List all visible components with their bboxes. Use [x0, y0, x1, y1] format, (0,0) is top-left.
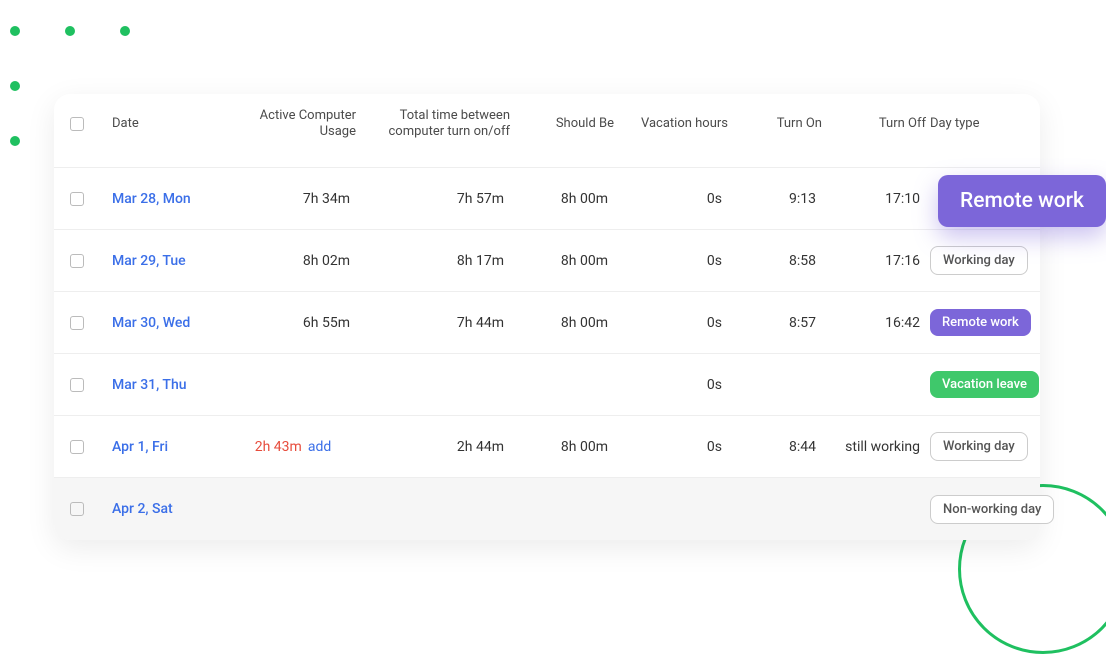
vacation-value: 0s: [618, 253, 728, 269]
table-row: Mar 30, Wed 6h 55m 7h 44m8h 00m0s8:5716:42…: [54, 292, 1040, 354]
date-link[interactable]: Mar 28, Mon: [112, 191, 191, 207]
date-link[interactable]: Apr 1, Fri: [112, 439, 168, 455]
total-time-value: 7h 57m: [360, 191, 510, 207]
vacation-value: 0s: [618, 191, 728, 207]
should-be-value: 8h 00m: [514, 439, 614, 455]
vacation-value: 0s: [618, 315, 728, 331]
header-total-time: Total time betweencomputer turn on/off: [388, 108, 510, 139]
total-time-value: 8h 17m: [360, 253, 510, 269]
should-be-value: 8h 00m: [514, 315, 614, 331]
date-link[interactable]: Apr 2, Sat: [112, 501, 173, 517]
active-usage-value: 7h 34m: [303, 191, 350, 207]
table-row: Mar 28, Mon 7h 34m 7h 57m8h 00m0s9:1317:10: [54, 168, 1040, 230]
header-turn-on: Turn On: [777, 116, 822, 132]
row-checkbox[interactable]: [70, 316, 84, 330]
day-type-badge[interactable]: Remote work: [930, 309, 1031, 336]
header-active-usage: Active ComputerUsage: [260, 108, 356, 139]
active-usage-value: 8h 02m: [303, 253, 350, 269]
turn-on-value: 8:44: [732, 439, 822, 455]
table-row: Mar 31, Thu 0s Vacation leave: [54, 354, 1040, 416]
date-link[interactable]: Mar 30, Wed: [112, 315, 190, 331]
day-type-badge[interactable]: Vacation leave: [930, 371, 1039, 398]
day-type-badge[interactable]: Non-working day: [930, 495, 1054, 524]
turn-on-value: 8:57: [732, 315, 822, 331]
turn-off-value: still working: [826, 439, 926, 455]
should-be-value: 8h 00m: [514, 191, 614, 207]
day-type-badge[interactable]: Working day: [930, 432, 1028, 461]
row-checkbox[interactable]: [70, 254, 84, 268]
turn-on-value: 8:58: [732, 253, 822, 269]
vacation-value: 0s: [618, 439, 728, 455]
row-checkbox[interactable]: [70, 192, 84, 206]
active-usage-value: 2h 43m: [255, 439, 302, 455]
table-row: Apr 1, Fri 2h 43m add 2h 44m8h 00m0s8:44sti…: [54, 416, 1040, 478]
should-be-value: 8h 00m: [514, 253, 614, 269]
turn-off-value: 16:42: [826, 315, 926, 331]
total-time-value: 7h 44m: [360, 315, 510, 331]
day-type-badge[interactable]: Working day: [930, 246, 1028, 275]
select-all-checkbox[interactable]: [70, 117, 84, 131]
header-turn-off: Turn Off: [879, 116, 926, 132]
header-date: Date: [112, 116, 232, 145]
highlight-day-type-badge[interactable]: Remote work: [938, 175, 1106, 227]
add-time-link[interactable]: add: [308, 439, 331, 455]
table-row: Mar 29, Tue 8h 02m 8h 17m8h 00m0s8:5817:16…: [54, 230, 1040, 292]
row-checkbox[interactable]: [70, 440, 84, 454]
turn-on-value: 9:13: [732, 191, 822, 207]
header-should-be: Should Be: [556, 116, 614, 132]
timesheet-card: Date Active ComputerUsage Total time bet…: [54, 94, 1040, 540]
header-vacation: Vacation hours: [641, 116, 728, 132]
total-time-value: 2h 44m: [360, 439, 510, 455]
active-usage-value: 6h 55m: [303, 315, 350, 331]
row-checkbox[interactable]: [70, 502, 84, 516]
timesheet-table: Date Active ComputerUsage Total time bet…: [54, 94, 1040, 540]
date-link[interactable]: Mar 29, Tue: [112, 253, 186, 269]
turn-off-value: 17:16: [826, 253, 926, 269]
header-day-type: Day type: [930, 116, 1070, 145]
table-row: Apr 2, SatNon-working day: [54, 478, 1040, 540]
table-header-row: Date Active ComputerUsage Total time bet…: [54, 94, 1040, 168]
vacation-value: 0s: [618, 377, 728, 393]
turn-off-value: 17:10: [826, 191, 926, 207]
date-link[interactable]: Mar 31, Thu: [112, 377, 187, 393]
row-checkbox[interactable]: [70, 378, 84, 392]
